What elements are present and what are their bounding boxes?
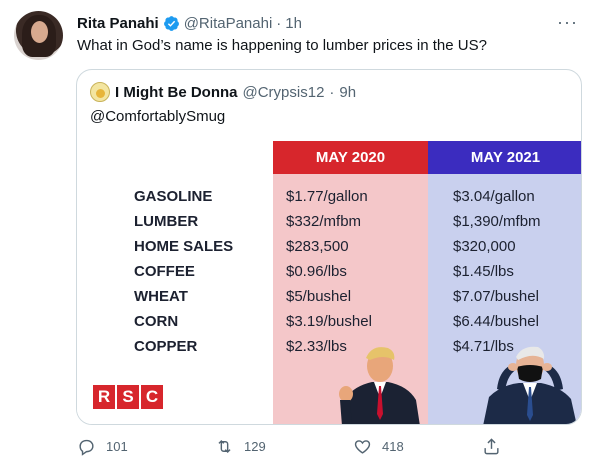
value-2020: $332/mfbm <box>286 213 362 230</box>
tweet-time[interactable]: 1h <box>285 15 302 32</box>
logo-letter: S <box>117 385 139 409</box>
value-2020: $283,500 <box>286 238 349 255</box>
value-2021: $320,000 <box>453 238 516 255</box>
row-label: GASOLINE <box>134 188 213 205</box>
quoted-tweet-time: 9h <box>339 83 357 101</box>
value-2021: $1,390/mfbm <box>453 213 541 230</box>
quoted-author-name: I Might Be Donna <box>115 83 238 101</box>
share-icon <box>484 438 499 455</box>
value-2021: $7.07/bushel <box>453 288 539 305</box>
retweet-icon <box>218 439 231 454</box>
tweet-actions: 101 129 418 <box>77 437 507 459</box>
verified-badge-icon <box>163 15 180 32</box>
tweet-header: Rita Panahi @RitaPanahi · 1h ··· <box>77 12 578 34</box>
quoted-author-handle: @Crypsis12 <box>242 83 325 101</box>
price-row: WHEAT $5/bushel $7.07/bushel <box>77 288 581 313</box>
value-2020: $0.96/lbs <box>286 263 347 280</box>
like-icon <box>354 440 371 454</box>
price-row: COFFEE $0.96/lbs $1.45/lbs <box>77 263 581 288</box>
avatar-face <box>31 21 48 43</box>
author-handle[interactable]: @RitaPanahi <box>184 15 273 32</box>
author-name[interactable]: Rita Panahi <box>77 15 159 32</box>
logo-letter: C <box>141 385 163 409</box>
price-row: HOME SALES $283,500 $320,000 <box>77 238 581 263</box>
header-may-2021: MAY 2021 <box>428 141 581 174</box>
quoted-tweet-text: @ComfortablySmug <box>90 108 226 125</box>
avatar[interactable] <box>14 11 63 60</box>
row-label: LUMBER <box>134 213 199 230</box>
header-may-2020: MAY 2020 <box>273 141 428 174</box>
value-2020: $3.19/bushel <box>286 313 372 330</box>
price-comparison-image[interactable]: MAY 2020 MAY 2021 GASOLINE $1.77/gallon … <box>77 141 581 424</box>
like-count: 418 <box>382 439 404 454</box>
trump-photo <box>339 347 420 424</box>
value-2021: $1.45/lbs <box>453 263 514 280</box>
price-row: GASOLINE $1.77/gallon $3.04/gallon <box>77 188 581 213</box>
quoted-tweet[interactable]: I Might Be Donna @Crypsis12 · 9h @Comfor… <box>76 69 582 425</box>
share-button[interactable] <box>482 437 501 456</box>
logo-letter: R <box>93 385 115 409</box>
quoted-avatar <box>90 82 110 102</box>
value-2021: $3.04/gallon <box>453 188 535 205</box>
price-row: LUMBER $332/mfbm $1,390/mfbm <box>77 213 581 238</box>
reply-icon <box>79 439 94 456</box>
more-options-icon[interactable]: ··· <box>557 12 578 33</box>
row-label: HOME SALES <box>134 238 234 255</box>
value-2020: $1.77/gallon <box>286 188 368 205</box>
reply-count: 101 <box>106 439 128 454</box>
separator-dot: · <box>276 14 282 32</box>
rsc-logo: R S C <box>93 385 163 409</box>
biden-photo <box>483 346 577 424</box>
quoted-separator-dot: · <box>329 83 335 101</box>
like-button[interactable]: 418 <box>353 437 404 456</box>
retweet-count: 129 <box>244 439 266 454</box>
value-2020: $5/bushel <box>286 288 352 305</box>
tweet-text: What in God’s name is happening to lumbe… <box>77 37 487 54</box>
row-label: COPPER <box>134 338 198 355</box>
row-label: COFFEE <box>134 263 195 280</box>
reply-button[interactable]: 101 <box>77 437 128 456</box>
row-label: WHEAT <box>134 288 188 305</box>
retweet-button[interactable]: 129 <box>215 437 266 456</box>
value-2021: $6.44/bushel <box>453 313 539 330</box>
quoted-tweet-header: I Might Be Donna @Crypsis12 · 9h <box>90 82 356 102</box>
tweet[interactable]: Rita Panahi @RitaPanahi · 1h ··· What in… <box>0 0 598 469</box>
row-label: CORN <box>134 313 179 330</box>
